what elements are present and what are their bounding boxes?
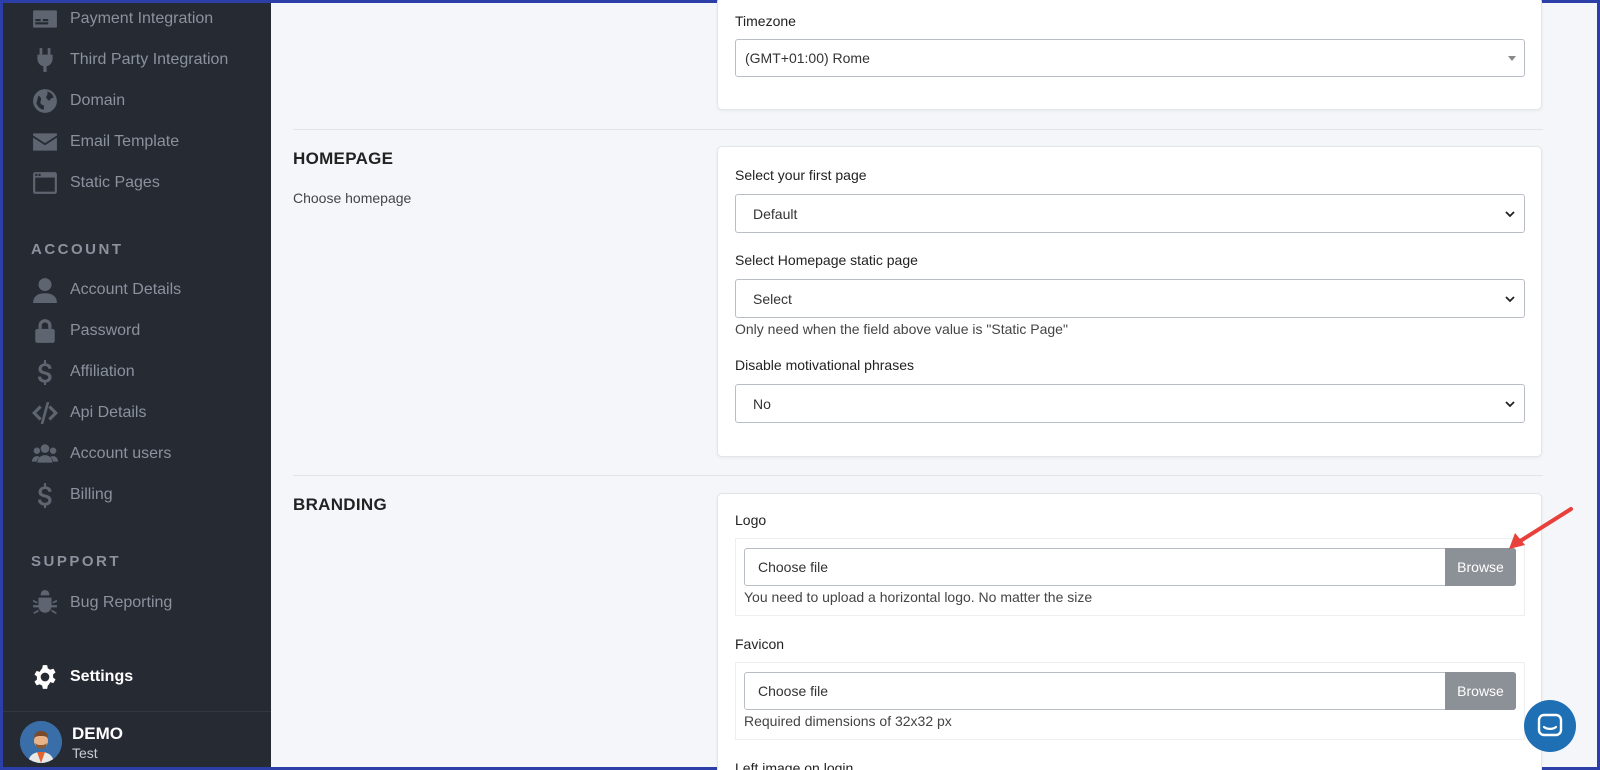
motivational-label: Disable motivational phrases (735, 357, 914, 373)
dollar-icon (30, 482, 60, 508)
sidebar-item-label: Password (70, 322, 141, 339)
sidebar-item-domain[interactable]: Domain (30, 85, 125, 117)
code-icon (30, 400, 60, 426)
caret-down-icon (1508, 56, 1516, 61)
chevron-down-icon (1504, 397, 1516, 409)
avatar (20, 721, 62, 763)
logo-file-placeholder: Choose file (758, 559, 829, 575)
sidebar-item-label: Account users (70, 445, 172, 462)
motivational-value: No (753, 395, 771, 412)
logo-browse-button[interactable]: Browse (1445, 548, 1516, 586)
window-icon (30, 170, 60, 196)
timezone-value: (GMT+01:00) Rome (745, 50, 870, 66)
homepage-section-desc: Choose homepage (293, 190, 412, 206)
sidebar-item-label: Affiliation (70, 363, 135, 380)
first-page-value: Default (753, 205, 798, 222)
sidebar-item-account-users[interactable]: Account users (30, 438, 171, 470)
logo-help: You need to upload a horizontal logo. No… (744, 589, 1093, 605)
static-page-value: Select (753, 290, 792, 307)
annotation-arrow-icon (1509, 507, 1573, 549)
sidebar-item-static-pages[interactable]: Static Pages (30, 167, 160, 199)
settings-content: Timezone (GMT+01:00) Rome HOMEPAGE Choos… (271, 0, 1597, 770)
static-page-label: Select Homepage static page (735, 252, 918, 268)
sidebar-item-label: Email Template (70, 133, 180, 150)
section-divider (293, 129, 1543, 130)
sidebar-item-label: Static Pages (70, 174, 160, 191)
globe-icon (30, 88, 60, 114)
motivational-select[interactable]: No (735, 384, 1525, 423)
chevron-down-icon (1504, 207, 1516, 219)
user-profile[interactable]: DEMO Test (3, 711, 271, 769)
sidebar-item-email-template[interactable]: Email Template (30, 126, 179, 158)
static-page-help: Only need when the field above value is … (735, 321, 1068, 337)
logo-upload-box: Choose file Browse You need to upload a … (735, 538, 1525, 616)
section-divider (293, 475, 1543, 476)
payment-icon (30, 6, 60, 32)
logo-file-input[interactable]: Choose file Browse (744, 548, 1516, 586)
user-subtitle: Test (72, 745, 98, 761)
timezone-card: Timezone (GMT+01:00) Rome (717, 0, 1542, 110)
favicon-file-input[interactable]: Choose file Browse (744, 672, 1516, 710)
favicon-browse-button[interactable]: Browse (1445, 672, 1516, 710)
branding-card: Logo Choose file Browse You need to uplo… (717, 493, 1542, 770)
sidebar-item-third-party-integration[interactable]: Third Party Integration (30, 44, 228, 76)
sidebar-item-affiliation[interactable]: Affiliation (30, 356, 135, 388)
homepage-card: Select your first page Default Select Ho… (717, 146, 1542, 457)
sidebar-item-api-details[interactable]: Api Details (30, 397, 146, 429)
first-page-select[interactable]: Default (735, 194, 1525, 233)
left-image-label: Left image on login (735, 760, 854, 770)
user-icon (30, 277, 60, 303)
static-page-select[interactable]: Select (735, 279, 1525, 318)
sidebar-item-label: Payment Integration (70, 10, 214, 27)
favicon-label: Favicon (735, 636, 785, 652)
branding-section-title: BRANDING (293, 495, 388, 514)
sidebar-item-settings[interactable]: Settings (30, 661, 133, 693)
sidebar-item-label: Api Details (70, 404, 147, 421)
sidebar-item-payment-integration[interactable]: Payment Integration (30, 3, 213, 35)
sidebar-item-label: Domain (70, 92, 126, 109)
chat-widget-button[interactable] (1524, 700, 1576, 752)
timezone-label: Timezone (735, 13, 796, 29)
bug-icon (30, 590, 60, 616)
timezone-select[interactable]: (GMT+01:00) Rome (735, 39, 1525, 77)
favicon-help: Required dimensions of 32x32 px (744, 713, 952, 729)
sidebar: Payment Integration Third Party Integrat… (3, 3, 271, 767)
sidebar-item-label: Bug Reporting (70, 594, 173, 611)
sidebar-item-password[interactable]: Password (30, 315, 140, 347)
user-name: DEMO (72, 724, 123, 743)
section-label-support: SUPPORT (31, 553, 122, 570)
plug-icon (30, 47, 60, 73)
sidebar-item-label: Account Details (70, 281, 182, 298)
logo-label: Logo (735, 512, 767, 528)
gear-icon (30, 664, 60, 690)
favicon-file-placeholder: Choose file (758, 683, 829, 699)
sidebar-item-label: Third Party Integration (70, 51, 229, 68)
chevron-down-icon (1504, 292, 1516, 304)
lock-icon (30, 318, 60, 344)
homepage-section-title: HOMEPAGE (293, 149, 394, 168)
chat-icon (1537, 713, 1563, 737)
section-label-account: ACCOUNT (31, 241, 124, 258)
dollar-icon (30, 359, 60, 385)
sidebar-item-label: Billing (70, 486, 113, 503)
sidebar-item-bug-reporting[interactable]: Bug Reporting (30, 587, 172, 619)
sidebar-item-billing[interactable]: Billing (30, 479, 113, 511)
favicon-upload-box: Choose file Browse Required dimensions o… (735, 662, 1525, 740)
sidebar-item-label: Settings (70, 668, 134, 685)
envelope-icon (30, 129, 60, 155)
users-icon (30, 441, 60, 467)
first-page-label: Select your first page (735, 167, 867, 183)
sidebar-item-account-details[interactable]: Account Details (30, 274, 181, 306)
